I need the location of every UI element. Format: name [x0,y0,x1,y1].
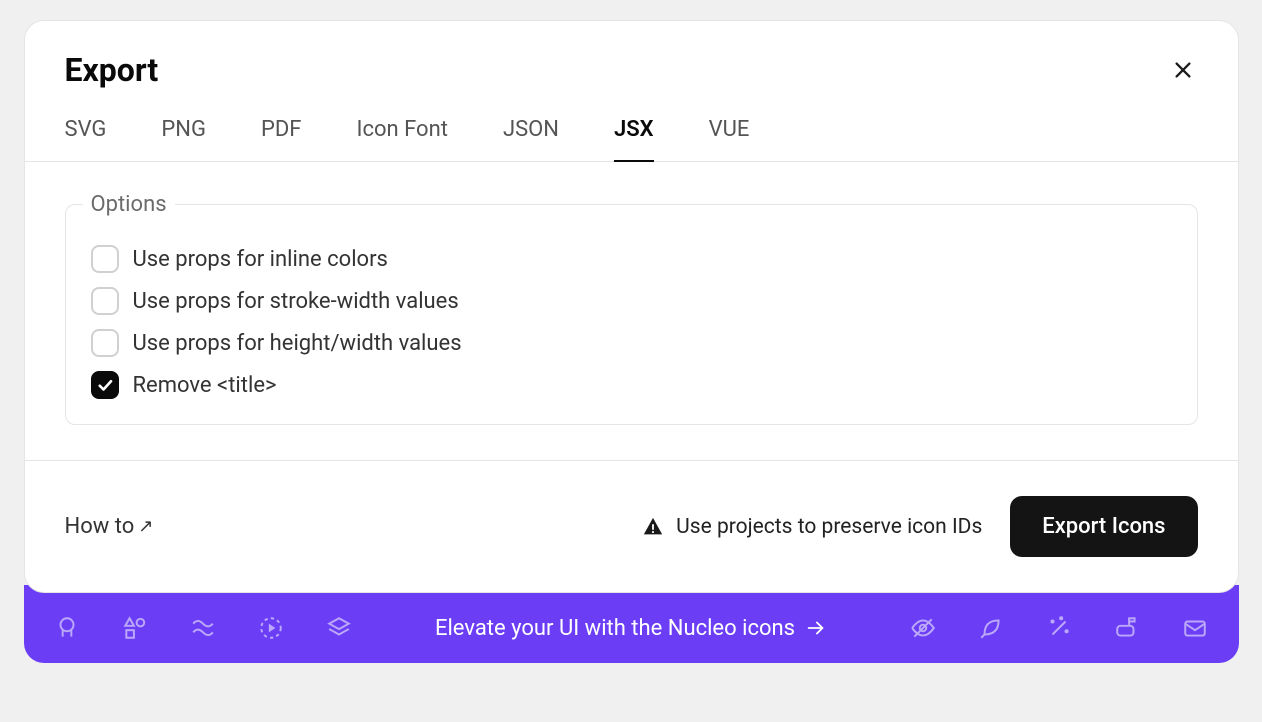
howto-link[interactable]: How to ↗ [65,514,154,539]
mailbox-icon [1114,615,1140,641]
leaf-icon [978,615,1004,641]
tab-jsx[interactable]: JSX [614,117,654,162]
tab-vue[interactable]: VUE [709,117,750,162]
envelope-icon [1182,615,1208,641]
tab-svg[interactable]: SVG [65,117,107,162]
checkbox-stroke-width[interactable] [91,287,119,315]
external-link-icon: ↗ [138,516,153,537]
tab-json[interactable]: JSON [503,117,559,162]
promo-banner: Elevate your UI with the Nucleo icons [24,585,1239,663]
option-label: Use props for stroke-width values [133,289,459,314]
check-icon [96,376,114,394]
option-label: Use props for height/width values [133,331,462,356]
target-icon [258,615,284,641]
banner-label: Elevate your UI with the Nucleo icons [435,616,795,641]
tab-pdf[interactable]: PDF [261,117,301,162]
warning-message: Use projects to preserve icon IDs [642,515,982,539]
option-remove-title: Remove <title> [91,371,1172,399]
option-height-width: Use props for height/width values [91,329,1172,357]
shapes-icon [122,615,148,641]
checkbox-inline-colors[interactable] [91,245,119,273]
banner-icons-left [54,615,352,641]
option-label: Remove <title> [133,373,277,398]
export-modal: Export SVG PNG PDF Icon Font JSON JSX VU… [24,20,1239,593]
banner-link[interactable]: Elevate your UI with the Nucleo icons [435,616,827,641]
warning-icon [642,516,664,538]
tab-icon-font[interactable]: Icon Font [356,117,447,162]
tab-png[interactable]: PNG [161,117,206,162]
option-label: Use props for inline colors [133,247,388,272]
option-inline-colors: Use props for inline colors [91,245,1172,273]
wand-icon [1046,615,1072,641]
export-tabs: SVG PNG PDF Icon Font JSON JSX VUE [25,117,1238,162]
checkbox-remove-title[interactable] [91,371,119,399]
banner-icons-right [910,615,1208,641]
wave-icon [190,615,216,641]
eye-off-icon [910,615,936,641]
close-button[interactable] [1168,55,1198,85]
head-icon [54,615,80,641]
arrow-right-icon [805,617,827,639]
modal-header: Export [25,21,1238,89]
modal-title: Export [65,51,159,89]
options-legend: Options [83,192,175,217]
howto-label: How to [65,514,135,539]
modal-footer: How to ↗ Use projects to preserve icon I… [25,460,1238,592]
close-icon [1172,59,1194,81]
warning-text: Use projects to preserve icon IDs [676,515,982,539]
export-button[interactable]: Export Icons [1010,496,1197,557]
footer-right: Use projects to preserve icon IDs Export… [642,496,1197,557]
checkbox-height-width[interactable] [91,329,119,357]
layers-icon [326,615,352,641]
option-stroke-width: Use props for stroke-width values [91,287,1172,315]
options-fieldset: Options Use props for inline colors Use … [65,192,1198,425]
